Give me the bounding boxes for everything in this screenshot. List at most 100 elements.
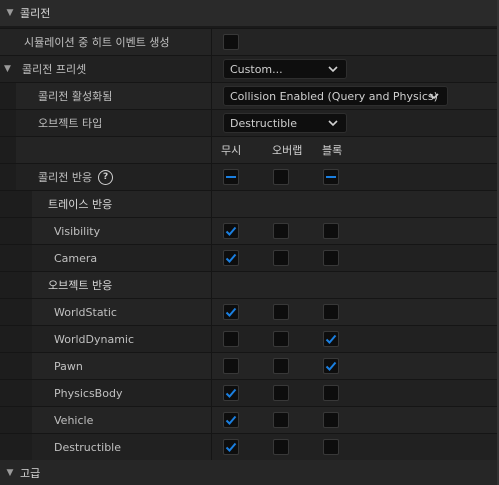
column-header-overlap: 오버랩 [272,144,303,157]
column-divider [211,29,212,55]
collision-enabled-dropdown[interactable]: Collision Enabled (Query and Physics) [223,86,448,106]
row-object-type: 오브젝트 타입 Destructible [0,109,499,136]
block-checkbox[interactable] [323,331,339,347]
indent-guide [0,299,32,325]
chevron-down-icon [328,120,338,127]
column-divider [211,353,212,379]
response-row: Pawn [0,352,499,379]
object-type-label: 오브젝트 타입 [38,117,103,130]
block-checkbox[interactable] [323,250,339,266]
section-advanced-header[interactable]: ▼ 고급 [0,460,499,485]
indent-guide [0,164,16,190]
object-response-header: 오브젝트 반응 [48,279,113,292]
object-type-value: Destructible [230,116,297,130]
block-checkbox[interactable] [323,385,339,401]
response-channel-label: Vehicle [54,413,94,427]
indent-guide [0,218,32,244]
overlap-checkbox[interactable] [273,439,289,455]
response-row: Vehicle [0,406,499,433]
indent-guide [0,353,32,379]
overlap-checkbox[interactable] [273,358,289,374]
ignore-checkbox[interactable] [223,250,239,266]
column-divider [211,299,212,325]
column-divider [211,326,212,352]
row-collision-enabled: 콜리전 활성화됨 Collision Enabled (Query and Ph… [0,82,499,109]
overlap-checkbox[interactable] [273,331,289,347]
section-collision-header[interactable]: ▼ 콜리전 [0,0,499,26]
chevron-down-icon [429,93,439,100]
overlap-checkbox[interactable] [273,250,289,266]
ignore-checkbox[interactable] [223,358,239,374]
collision-response-label-wrap: 콜리전 반응 ? [38,164,114,190]
response-row: PhysicsBody [0,379,499,406]
overlap-checkbox[interactable] [273,385,289,401]
response-channel-label: Visibility [54,224,101,238]
block-checkbox[interactable] [323,358,339,374]
ignore-checkbox[interactable] [223,385,239,401]
column-divider [211,110,212,136]
column-divider [211,245,212,271]
collision-preset-label: 콜리전 프리셋 [22,63,87,76]
column-divider [211,434,212,460]
section-collision-title: 콜리전 [20,7,51,20]
column-divider [211,83,212,109]
collision-response-label: 콜리전 반응 [38,171,93,184]
response-channel-label: Destructible [54,440,121,454]
block-checkbox[interactable] [323,223,339,239]
response-channel-label: Camera [54,251,98,265]
ignore-checkbox[interactable] [223,304,239,320]
block-checkbox[interactable] [323,439,339,455]
column-divider [211,407,212,433]
row-collision-preset: ▼ 콜리전 프리셋 Custom... [0,55,499,82]
indent-guide [0,434,32,460]
chevron-down-icon [328,66,338,73]
overlap-checkbox[interactable] [273,169,289,185]
response-channel-label: WorldDynamic [54,332,135,346]
column-header-block: 블록 [322,144,343,157]
trace-response-header: 트레이스 반응 [48,198,113,211]
overlap-checkbox[interactable] [273,304,289,320]
response-row: Camera [0,244,499,271]
block-checkbox[interactable] [323,304,339,320]
response-channel-label: PhysicsBody [54,386,123,400]
row-column-headers: 무시 오버랩 블록 [0,136,499,163]
overlap-checkbox[interactable] [273,223,289,239]
column-divider [211,218,212,244]
sim-hit-events-checkbox[interactable] [223,34,239,50]
sim-hit-events-label: 시뮬레이션 중 히트 이벤트 생성 [24,36,170,49]
row-object-header: 오브젝트 반응 [0,271,499,298]
collision-panel: ▼ 콜리전 시뮬레이션 중 히트 이벤트 생성 ▼ 콜리전 프리셋 Custom… [0,0,499,485]
indent-guide [0,272,32,298]
indent-guide [0,407,32,433]
indent-guide [0,380,32,406]
indent-guide [0,326,32,352]
column-divider [211,380,212,406]
overlap-checkbox[interactable] [273,412,289,428]
response-row: WorldDynamic [0,325,499,352]
column-divider [211,164,212,190]
block-checkbox[interactable] [323,169,339,185]
collision-enabled-value: Collision Enabled (Query and Physics) [230,89,438,103]
response-channel-label: Pawn [54,359,83,373]
indent-guide [0,245,32,271]
ignore-checkbox[interactable] [223,331,239,347]
ignore-checkbox[interactable] [223,223,239,239]
section-advanced-title: 고급 [20,466,41,480]
collision-preset-value: Custom... [230,62,283,76]
ignore-checkbox[interactable] [223,412,239,428]
block-checkbox[interactable] [323,412,339,428]
expand-arrow-icon[interactable]: ▼ [0,8,20,18]
indent-guide [0,191,32,217]
object-type-dropdown[interactable]: Destructible [223,113,347,133]
response-row: WorldStatic [0,298,499,325]
ignore-checkbox[interactable] [223,439,239,455]
ignore-checkbox[interactable] [223,169,239,185]
indent-guide [0,83,16,109]
preset-expand-arrow-icon[interactable]: ▼ [4,56,11,82]
collapse-arrow-icon[interactable]: ▼ [0,468,20,478]
collision-preset-dropdown[interactable]: Custom... [223,59,347,79]
collision-enabled-label: 콜리전 활성화됨 [38,90,113,103]
response-channel-label: WorldStatic [54,305,117,319]
row-sim-hit-events: 시뮬레이션 중 히트 이벤트 생성 [0,28,499,55]
help-icon[interactable]: ? [98,169,114,185]
